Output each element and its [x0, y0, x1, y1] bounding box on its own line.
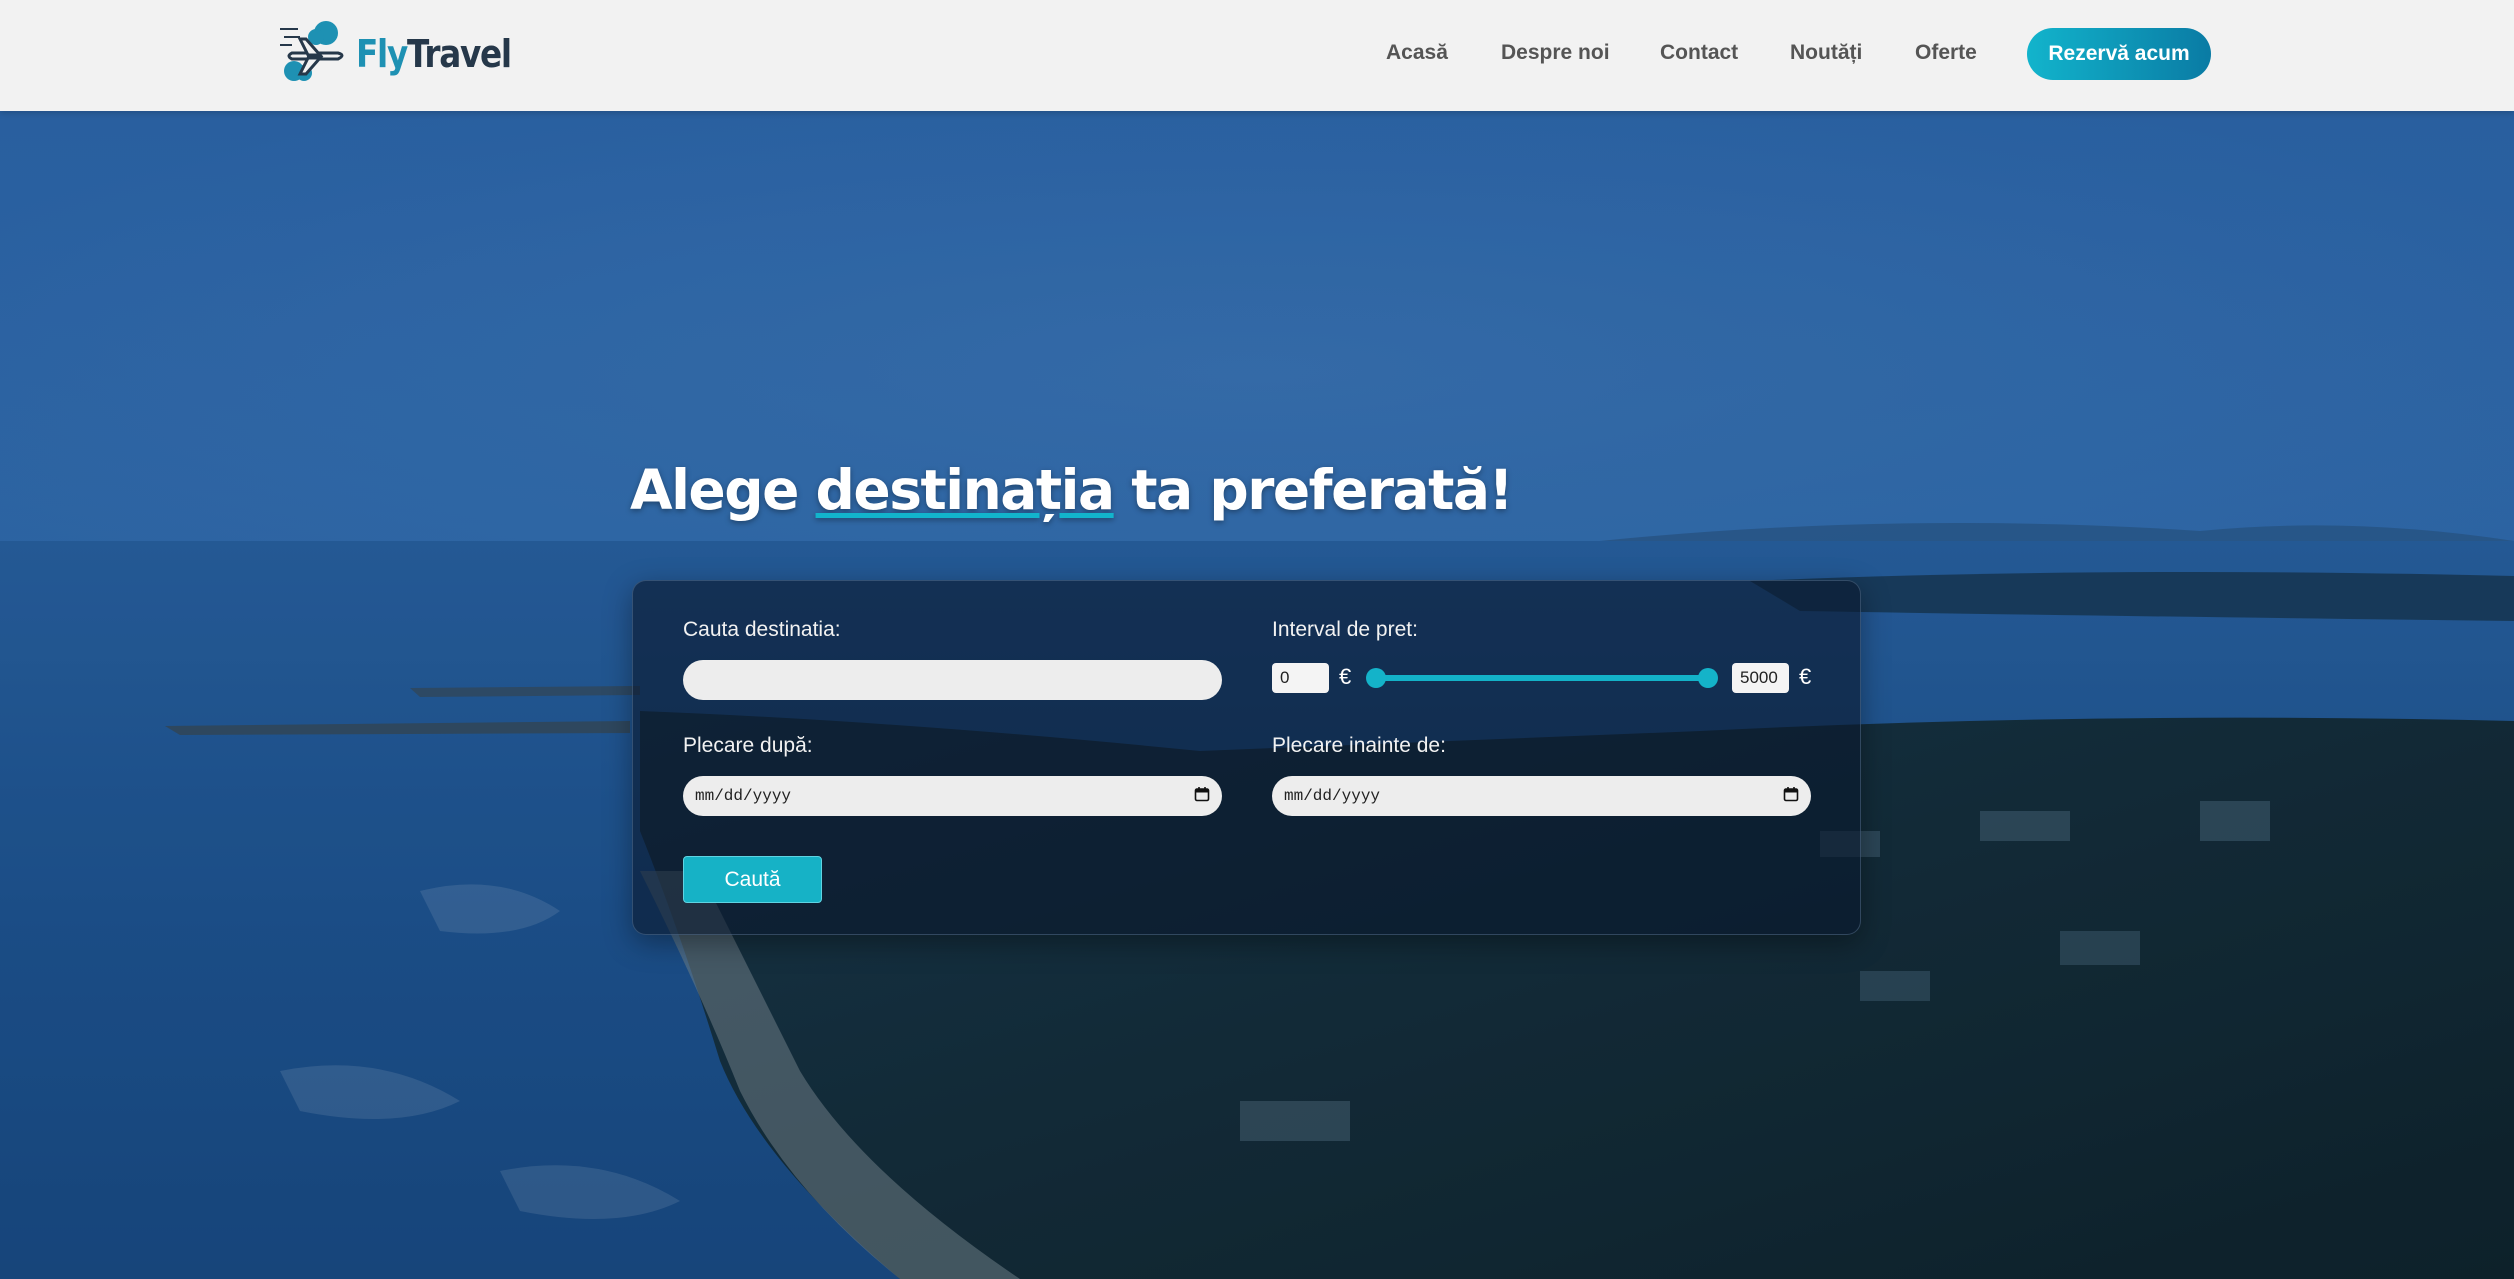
search-submit-button[interactable]: Caută — [683, 856, 822, 903]
brand-name-part1: Fly — [356, 32, 408, 76]
depart-after-label: Plecare după: — [683, 734, 813, 757]
brand-name-part2: Travel — [406, 32, 512, 76]
search-panel: Cauta destinatia: Interval de pret: 0 € … — [632, 580, 1861, 935]
price-min-input[interactable]: 0 — [1272, 663, 1329, 693]
brand-logo[interactable]: FlyTravel — [278, 20, 536, 88]
depart-after-date-value: mm/dd/yyyy — [695, 787, 792, 805]
calendar-icon[interactable] — [1783, 786, 1799, 807]
nav-link-acasa[interactable]: Acasă — [1386, 41, 1448, 65]
price-slider-track — [1373, 675, 1711, 681]
price-max-input[interactable]: 5000 — [1732, 663, 1789, 693]
site-header: FlyTravel Acasă Despre noi Contact Noută… — [0, 0, 2514, 111]
price-min-currency: € — [1339, 664, 1352, 689]
price-max-currency: € — [1799, 664, 1812, 689]
plane-cloud-logo-icon — [278, 19, 348, 90]
destination-label: Cauta destinatia: — [683, 618, 841, 641]
calendar-icon[interactable] — [1194, 786, 1210, 807]
depart-before-date-input[interactable]: mm/dd/yyyy — [1272, 776, 1811, 816]
nav-link-despre-noi[interactable]: Despre noi — [1501, 41, 1610, 65]
hero-heading-start: Alege — [630, 458, 816, 522]
nav-link-noutati[interactable]: Noutăți — [1790, 41, 1862, 65]
nav-link-oferte[interactable]: Oferte — [1915, 41, 1977, 65]
hero-heading-highlight: destinația — [815, 458, 1116, 522]
depart-before-date-value: mm/dd/yyyy — [1284, 787, 1381, 805]
price-slider-max-handle[interactable] — [1698, 668, 1718, 688]
price-range-label: Interval de pret: — [1272, 618, 1418, 641]
hero-heading-end: ta preferată! — [1113, 458, 1513, 522]
price-slider-min-handle[interactable] — [1366, 668, 1386, 688]
brand-name: FlyTravel — [356, 32, 512, 76]
book-now-button[interactable]: Rezervă acum — [2027, 28, 2211, 80]
destination-input[interactable] — [683, 660, 1222, 700]
hero-heading: Alege destinația ta preferată! — [630, 458, 1514, 522]
depart-before-label: Plecare inainte de: — [1272, 734, 1446, 757]
nav-link-contact[interactable]: Contact — [1660, 41, 1738, 65]
depart-after-date-input[interactable]: mm/dd/yyyy — [683, 776, 1222, 816]
